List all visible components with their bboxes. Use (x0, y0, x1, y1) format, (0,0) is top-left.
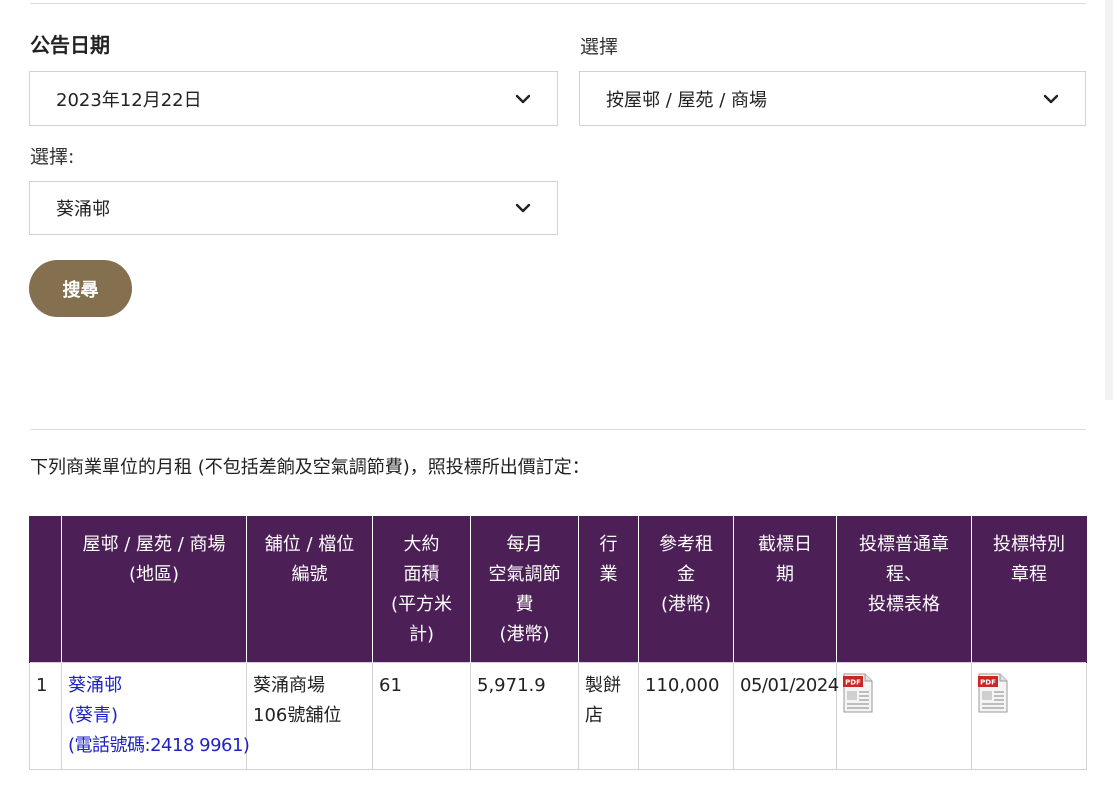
header-estate: 屋邨 / 屋苑 / 商場 (地區) (61, 516, 247, 663)
header-text: 大約 (403, 534, 440, 555)
estate-link[interactable]: 葵涌邨 (68, 675, 122, 696)
header-text: (平方米 (390, 594, 453, 615)
results-table: 屋邨 / 屋苑 / 商場 (地區) 舖位 / 檔位 編號 大約 面積 (平方米 … (29, 516, 1087, 770)
svg-text:PDF: PDF (980, 679, 996, 687)
header-text: (地區) (128, 564, 180, 585)
header-index (29, 516, 62, 663)
chevron-down-icon (1043, 91, 1059, 107)
chevron-down-icon (515, 91, 531, 107)
header-text: 計) (408, 624, 435, 645)
select-estate-label: 選擇: (30, 146, 75, 168)
chevron-down-icon (515, 200, 531, 216)
cell-estate: 葵涌邨 (葵青) (電話號碼:2418 9961) (61, 662, 250, 770)
header-ac-fee: 每月 空氣調節 費 (港幣) (470, 516, 579, 663)
cell-ac-fee: 5,971.9 (470, 662, 579, 770)
header-text: (港幣) (660, 594, 712, 615)
header-text: 截標日 (758, 534, 812, 555)
header-text: 投標普通章 (859, 534, 949, 555)
select-type-label: 選擇 (580, 36, 619, 58)
header-text: (港幣) (499, 624, 550, 645)
shop-line: 106號舖位 (253, 705, 342, 726)
header-text: 費 (515, 594, 534, 615)
cell-area: 61 (372, 662, 471, 770)
header-ref-rent: 參考租 金 (港幣) (638, 516, 734, 663)
header-text: 空氣調節 (488, 564, 561, 585)
header-text: 參考租 (659, 534, 713, 555)
section-divider (30, 429, 1086, 430)
select-estate-dropdown[interactable]: 葵涌邨 (29, 181, 558, 235)
header-text: 期 (776, 564, 794, 585)
header-text: 面積 (403, 564, 440, 585)
header-closing-date: 截標日 期 (733, 516, 837, 663)
header-general-conditions: 投標普通章 程、 投標表格 (836, 516, 972, 663)
results-intro-text: 下列商業單位的月租 (不包括差餉及空氣調節費)，照投標所出價訂定： (30, 457, 590, 478)
phone-link[interactable]: (電話號碼:2418 9961) (68, 735, 250, 756)
header-text: 投標特別 (993, 534, 1065, 555)
pdf-icon[interactable]: PDF (843, 673, 873, 713)
announcement-date-select[interactable]: 2023年12月22日 (29, 71, 558, 126)
cell-shop: 葵涌商場 106號舖位 (246, 662, 373, 770)
header-text: 程、 (886, 564, 922, 585)
header-text: 業 (599, 564, 618, 585)
select-estate-value: 葵涌邨 (56, 199, 110, 220)
header-text: 編號 (291, 564, 328, 585)
announcement-date-value: 2023年12月22日 (56, 89, 202, 111)
header-special-conditions: 投標特別 章程 (971, 516, 1087, 663)
select-type-dropdown[interactable]: 按屋邨 / 屋苑 / 商場 (579, 71, 1086, 126)
top-divider (30, 3, 1086, 4)
page-scrollbar[interactable] (1105, 0, 1113, 400)
header-text: 屋邨 / 屋苑 / 商場 (82, 534, 226, 555)
header-text: 章程 (1011, 564, 1047, 585)
header-shop-number: 舖位 / 檔位 編號 (246, 516, 373, 663)
header-text: 金 (677, 564, 695, 585)
search-button[interactable]: 搜尋 (29, 260, 132, 317)
header-text: 投標表格 (868, 594, 940, 615)
table-header-row: 屋邨 / 屋苑 / 商場 (地區) 舖位 / 檔位 編號 大約 面積 (平方米 … (29, 516, 1087, 663)
header-text: 舖位 / 檔位 (264, 534, 355, 555)
trade-line: 店 (585, 705, 603, 726)
announcement-date-label: 公告日期 (30, 33, 110, 57)
select-type-value: 按屋邨 / 屋苑 / 商場 (606, 89, 768, 111)
trade-line: 製餅 (585, 675, 621, 696)
cell-ref-rent: 110,000 (638, 662, 734, 770)
table-row: 1 葵涌邨 (葵青) (電話號碼:2418 9961) 葵涌商場 106號舖位 … (29, 662, 1087, 770)
shop-line: 葵涌商場 (253, 675, 325, 696)
cell-special-conditions: PDF (971, 662, 1087, 770)
cell-trade: 製餅 店 (578, 662, 639, 770)
header-text: 每月 (506, 534, 543, 555)
cell-index: 1 (29, 662, 62, 770)
district-link[interactable]: (葵青) (68, 705, 118, 726)
svg-text:PDF: PDF (845, 679, 861, 687)
cell-closing-date: 05/01/2024 (733, 662, 839, 770)
header-text: 行 (599, 534, 618, 555)
pdf-icon[interactable]: PDF (978, 673, 1008, 713)
header-trade: 行 業 (578, 516, 639, 663)
cell-general-conditions: PDF (836, 662, 972, 770)
header-area: 大約 面積 (平方米 計) (372, 516, 471, 663)
